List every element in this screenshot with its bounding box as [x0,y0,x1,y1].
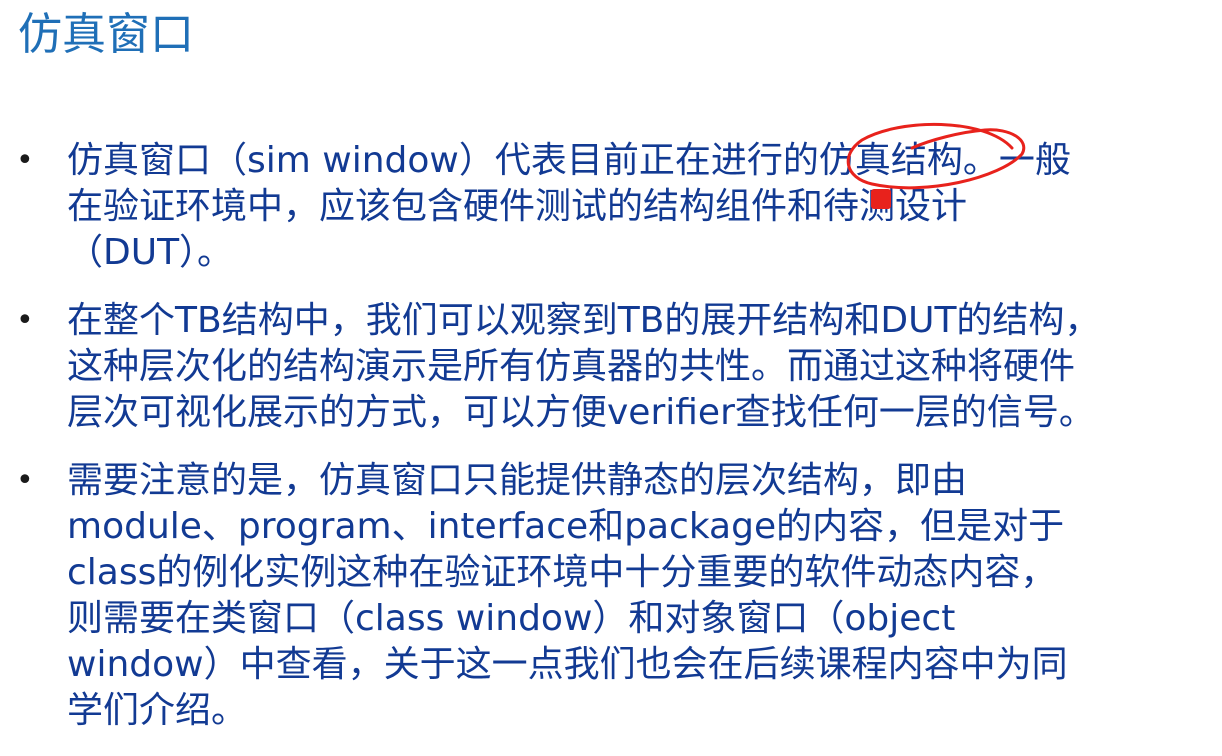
bullet-3-line-3: class的例化实例这种在验证环境中十分重要的软件动态内容， [67,552,1057,593]
bullet-dot-icon: • [16,303,34,338]
bullet-2-line-2: 这种层次化的结构演示是所有仿真器的共性。而通过这种将硬件 [67,346,1076,387]
bullet-1-line-2: 在验证环境中，应该包含硬件测试的结构组件和待测设计 [67,186,968,227]
bullet-3-line-5: window）中查看，关于这一点我们也会在后续课程内容中为同 [67,644,1068,685]
bullet-3-line-6: 学们介绍。 [67,690,248,731]
bullet-3-line-4: 则需要在类窗口（class window）和对象窗口（object [67,598,956,639]
slide-title: 仿真窗口 [18,9,194,60]
bullet-item-1: • 仿真窗口（sim window）代表目前正在进行的仿真结构。一般 在验证环境… [0,138,1222,276]
bullet-dot-icon: • [16,463,34,498]
bullet-item-3: • 需要注意的是，仿真窗口只能提供静态的层次结构，即由 module、progr… [0,458,1222,734]
bullet-3-line-2: module、program、interface和package的内容，但是对于 [67,506,1065,547]
bullet-2-line-3: 层次可视化展示的方式，可以方便verifier查找任何一层的信号。 [67,392,1095,433]
bullet-1-line-3: （DUT）。 [67,232,234,273]
bullet-1-line-1: 仿真窗口（sim window）代表目前正在进行的仿真结构。一般 [67,140,1071,181]
bullet-3-line-1: 需要注意的是，仿真窗口只能提供静态的层次结构，即由 [67,460,968,501]
bullet-item-2: • 在整个TB结构中，我们可以观察到TB的展开结构和DUT的结构， 这种层次化的… [0,298,1222,436]
bullet-list: • 仿真窗口（sim window）代表目前正在进行的仿真结构。一般 在验证环境… [0,138,1222,756]
bullet-dot-icon: • [16,143,34,178]
bullet-2-line-1: 在整个TB结构中，我们可以观察到TB的展开结构和DUT的结构， [67,300,1101,341]
